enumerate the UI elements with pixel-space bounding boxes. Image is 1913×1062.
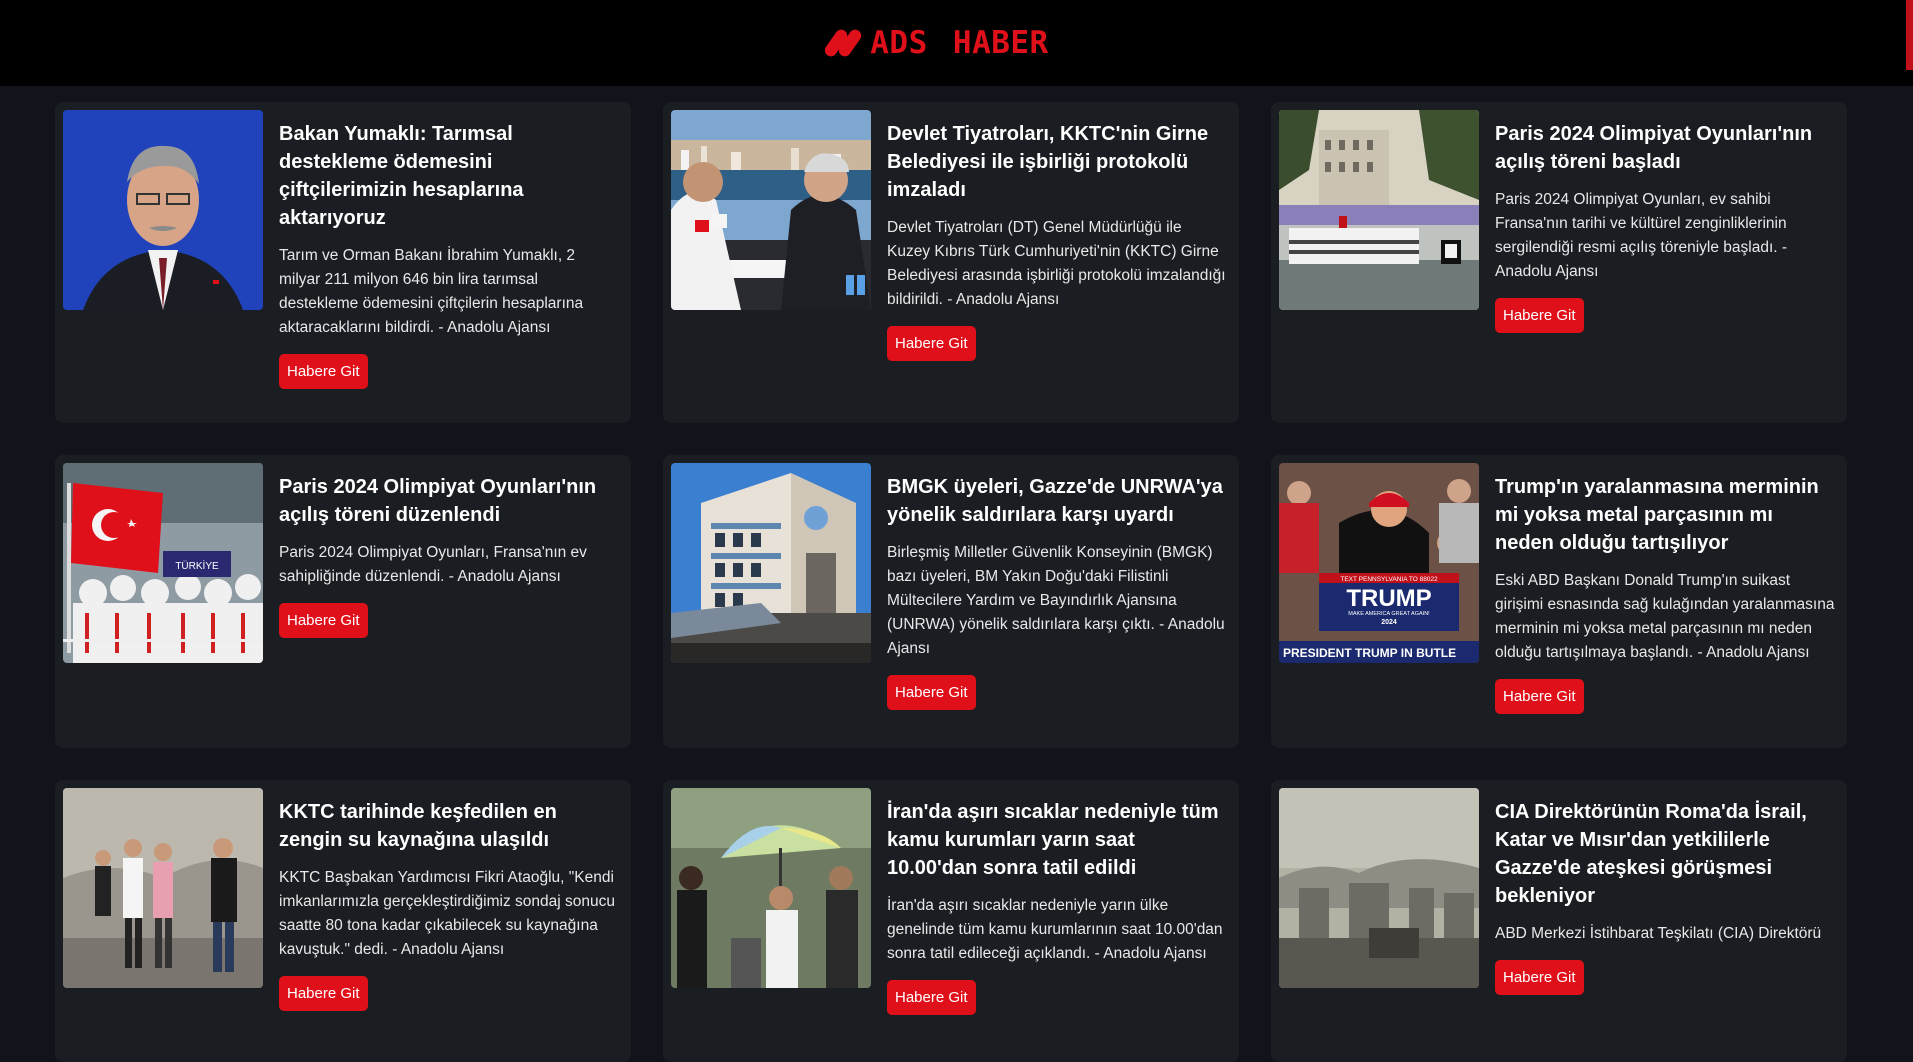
read-news-button[interactable]: Habere Git <box>887 326 976 361</box>
news-card: KKTC tarihinde keşfedilen en zengin su k… <box>55 780 631 1062</box>
news-description: Birleşmiş Milletler Güvenlik Konseyinin … <box>887 544 1225 657</box>
brand-name: ADS HABER <box>870 25 1049 61</box>
news-card: TÜRKİYE Paris 2024 Olimpiyat Oyunları'nı… <box>55 455 631 748</box>
news-card: Bakan Yumaklı: Tarımsal destekleme ödeme… <box>55 102 631 423</box>
read-news-button[interactable]: Habere Git <box>1495 960 1584 995</box>
news-image-paris-seine[interactable] <box>1279 110 1479 310</box>
image-banner-bottom-text: PRESIDENT TRUMP IN BUTLE <box>1283 646 1456 660</box>
scrollbar-thumb[interactable] <box>1906 0 1913 70</box>
read-news-button[interactable]: Habere Git <box>1495 679 1584 714</box>
news-description: İran'da aşırı sıcaklar nedeniyle yarın ü… <box>887 897 1223 962</box>
brand-logo[interactable]: ADS HABER <box>822 25 1049 61</box>
news-image-protocol[interactable] <box>671 110 871 310</box>
news-image-unrwa-building[interactable] <box>671 463 871 663</box>
news-title[interactable]: KKTC tarihinde keşfedilen en zengin su k… <box>279 798 619 854</box>
news-title[interactable]: CIA Direktörünün Roma'da İsrail, Katar v… <box>1495 798 1835 910</box>
news-card: Devlet Tiyatroları, KKTC'nin Girne Beled… <box>663 102 1239 423</box>
image-caption-text: TÜRKİYE <box>175 559 219 572</box>
news-description: Devlet Tiyatroları (DT) Genel Müdürlüğü … <box>887 219 1226 308</box>
news-description: Paris 2024 Olimpiyat Oyunları, Fransa'nı… <box>279 544 587 585</box>
news-description: Tarım ve Orman Bakanı İbrahim Yumaklı, 2… <box>279 247 584 336</box>
news-description: ABD Merkezi İstihbarat Teşkilatı (CIA) D… <box>1495 925 1822 942</box>
read-news-button[interactable]: Habere Git <box>1495 298 1584 333</box>
image-banner-year-text: 2024 <box>1381 619 1397 626</box>
news-image-water-source[interactable] <box>63 788 263 988</box>
news-card: CIA Direktörünün Roma'da İsrail, Katar v… <box>1271 780 1847 1062</box>
read-news-button[interactable]: Habere Git <box>279 976 368 1011</box>
news-title[interactable]: Paris 2024 Olimpiyat Oyunları'nın açılış… <box>1495 120 1835 176</box>
news-card: BMGK üyeleri, Gazze'de UNRWA'ya yönelik … <box>663 455 1239 748</box>
news-title[interactable]: Bakan Yumaklı: Tarımsal destekleme ödeme… <box>279 120 619 232</box>
read-news-button[interactable]: Habere Git <box>279 603 368 638</box>
news-description: Eski ABD Başkanı Donald Trump'ın suikast… <box>1495 572 1835 661</box>
image-banner-sub-text: MAKE AMERICA GREAT AGAIN! <box>1348 611 1430 617</box>
news-grid: Bakan Yumaklı: Tarımsal destekleme ödeme… <box>55 102 1847 1062</box>
news-description: Paris 2024 Olimpiyat Oyunları, ev sahibi… <box>1495 191 1788 280</box>
site-header: ADS HABER <box>0 0 1913 86</box>
news-image-gaza-ruins[interactable] <box>1279 788 1479 988</box>
news-card: İran'da aşırı sıcaklar nedeniyle tüm kam… <box>663 780 1239 1062</box>
read-news-button[interactable]: Habere Git <box>887 980 976 1015</box>
read-news-button[interactable]: Habere Git <box>279 354 368 389</box>
news-description: KKTC Başbakan Yardımcısı Fikri Ataoğlu, … <box>279 869 615 958</box>
news-card: Paris 2024 Olimpiyat Oyunları'nın açılış… <box>1271 102 1847 423</box>
image-banner-main-text: TRUMP <box>1346 585 1431 612</box>
news-title[interactable]: Paris 2024 Olimpiyat Oyunları'nın açılış… <box>279 473 619 529</box>
news-image-iran-heat[interactable] <box>671 788 871 988</box>
news-title[interactable]: Devlet Tiyatroları, KKTC'nin Girne Beled… <box>887 120 1227 204</box>
news-card: TEXT PENNSYLVANIA TO 88022 TRUMP MAKE AM… <box>1271 455 1847 748</box>
read-news-button[interactable]: Habere Git <box>887 675 976 710</box>
double-slash-logo-icon <box>822 27 864 59</box>
news-title[interactable]: Trump'ın yaralanmasına merminin mi yoksa… <box>1495 473 1835 557</box>
news-title[interactable]: İran'da aşırı sıcaklar nedeniyle tüm kam… <box>887 798 1227 882</box>
image-banner-top-text: TEXT PENNSYLVANIA TO 88022 <box>1340 576 1438 583</box>
news-image-minister[interactable] <box>63 110 263 310</box>
news-title[interactable]: BMGK üyeleri, Gazze'de UNRWA'ya yönelik … <box>887 473 1227 529</box>
news-image-turkey-team[interactable]: TÜRKİYE <box>63 463 263 663</box>
news-image-trump-rally[interactable]: TEXT PENNSYLVANIA TO 88022 TRUMP MAKE AM… <box>1279 463 1479 663</box>
